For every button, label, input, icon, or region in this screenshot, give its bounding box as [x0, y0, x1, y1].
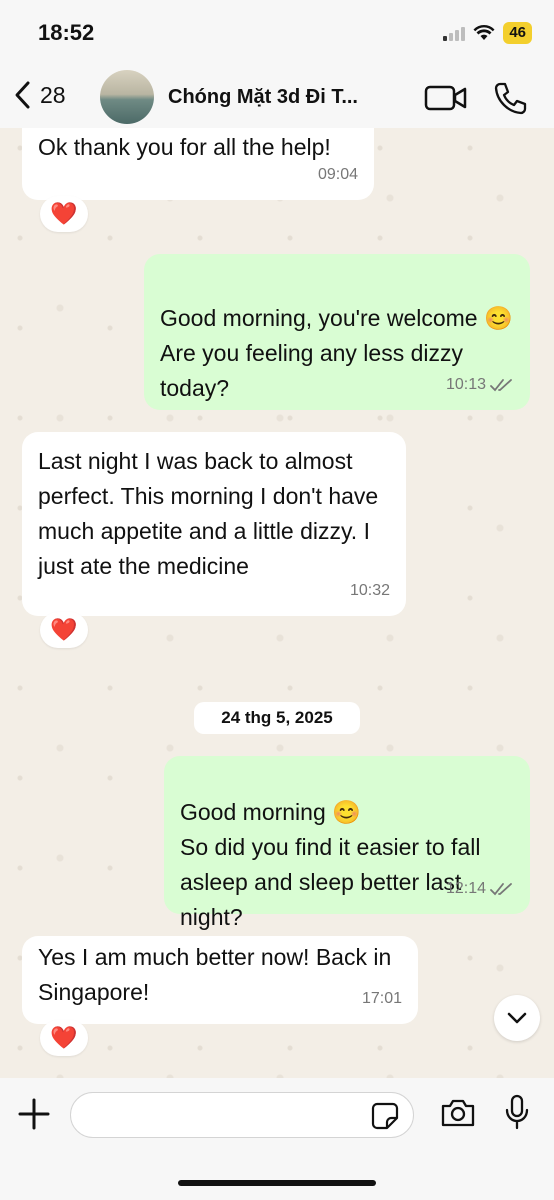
- chat-title[interactable]: Chóng Mặt 3d Đi T...: [168, 86, 388, 109]
- reaction-heart[interactable]: ❤️: [40, 196, 88, 232]
- message-text: Yes I am much better now! Back in Singap…: [38, 944, 392, 1005]
- message-meta: 12:14: [446, 871, 514, 906]
- reaction-heart[interactable]: ❤️: [40, 612, 88, 648]
- microphone-icon[interactable]: [504, 1094, 530, 1130]
- message-text: Good morning 😊 So did you find it easier…: [180, 799, 481, 930]
- chat-header: 28 Chóng Mặt 3d Đi T...: [0, 62, 554, 128]
- sticker-icon[interactable]: [371, 1102, 399, 1130]
- message-time: 10:13: [445, 376, 486, 393]
- status-bar: 18:52 46: [0, 0, 554, 62]
- status-time: 18:52: [38, 20, 95, 45]
- message-bubble-incoming[interactable]: Yes I am much better now! Back in Singap…: [22, 936, 418, 1024]
- message-bubble-outgoing[interactable]: Good morning, you're welcome 😊 Are you f…: [144, 254, 530, 410]
- avatar[interactable]: [100, 70, 154, 124]
- video-call-icon[interactable]: [424, 84, 468, 112]
- plus-icon[interactable]: [16, 1096, 52, 1132]
- back-button[interactable]: 28: [12, 80, 66, 110]
- message-meta: 10:13: [446, 367, 514, 402]
- message-bubble-outgoing[interactable]: Good morning 😊 So did you find it easier…: [164, 756, 530, 930]
- message-time: 17:01: [361, 990, 402, 1007]
- phone-icon[interactable]: [492, 80, 528, 116]
- message-meta: 09:04: [318, 157, 358, 192]
- status-icons: 46: [443, 22, 532, 44]
- message-bubble-incoming[interactable]: Ok thank you for all the help! 09:04: [22, 128, 374, 200]
- message-time: 09:04: [317, 166, 358, 183]
- reaction-heart[interactable]: ❤️: [40, 1020, 88, 1056]
- camera-icon[interactable]: [440, 1098, 476, 1128]
- read-receipt-icon: [490, 882, 512, 895]
- message-input[interactable]: [70, 1092, 414, 1138]
- message-meta: 17:01: [362, 981, 402, 1016]
- message-text: Ok thank you for all the help!: [38, 134, 331, 160]
- chevron-down-icon: [507, 1012, 527, 1024]
- message-time: 10:32: [349, 582, 390, 599]
- signal-icon: [443, 25, 466, 41]
- message-time: 12:14: [445, 880, 486, 897]
- wifi-icon: [473, 25, 495, 40]
- message-text: Last night I was back to almost perfect.…: [38, 448, 379, 579]
- message-meta: 10:32: [350, 573, 390, 608]
- home-indicator: [178, 1180, 376, 1186]
- read-receipt-icon: [490, 378, 512, 391]
- chevron-left-icon: [15, 81, 30, 109]
- scroll-to-bottom-button[interactable]: [494, 995, 540, 1041]
- date-separator: 24 thg 5, 2025: [194, 702, 360, 734]
- unread-count: 28: [40, 81, 66, 108]
- battery-indicator: 46: [503, 22, 532, 44]
- message-bubble-incoming[interactable]: Last night I was back to almost perfect.…: [22, 432, 406, 616]
